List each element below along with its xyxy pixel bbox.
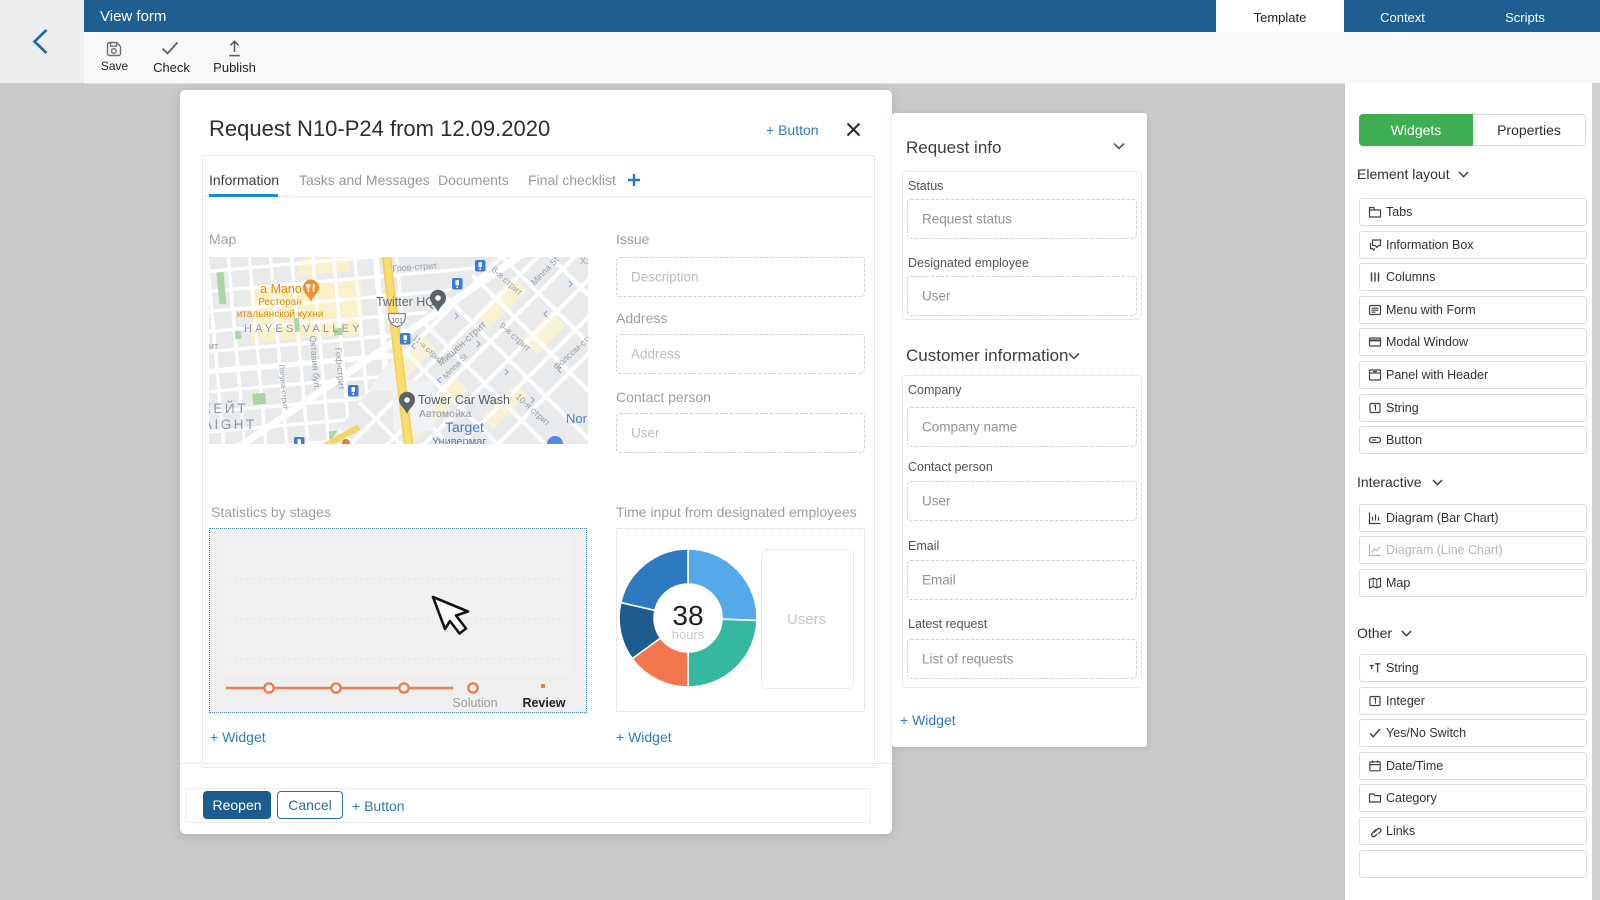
svg-text:AIGHT: AIGHT xyxy=(209,417,257,432)
svg-text:Twitter HQ: Twitter HQ xyxy=(376,295,435,309)
svg-text:КЕЙТ: КЕЙТ xyxy=(209,401,248,416)
svg-text:итальянской кухни: итальянской кухни xyxy=(237,309,324,320)
svg-text:Tower Car Wash: Tower Car Wash xyxy=(418,393,510,407)
svg-text:Target: Target xyxy=(445,419,484,435)
svg-text:HAYES VALLEY: HAYES VALLEY xyxy=(244,323,363,335)
svg-text:Ресторан: Ресторан xyxy=(258,297,301,308)
svg-text:ит: ит xyxy=(209,341,218,351)
svg-text:Хз: Хз xyxy=(580,257,588,266)
svg-text:Универмаг: Универмаг xyxy=(432,436,486,444)
svg-text:Review: Review xyxy=(522,696,565,710)
svg-text:hours: hours xyxy=(672,627,705,642)
svg-text:Solution: Solution xyxy=(452,696,497,710)
svg-text:101: 101 xyxy=(391,318,403,325)
svg-text:a Mano: a Mano xyxy=(260,282,302,296)
svg-text:Nor: Nor xyxy=(566,411,588,426)
